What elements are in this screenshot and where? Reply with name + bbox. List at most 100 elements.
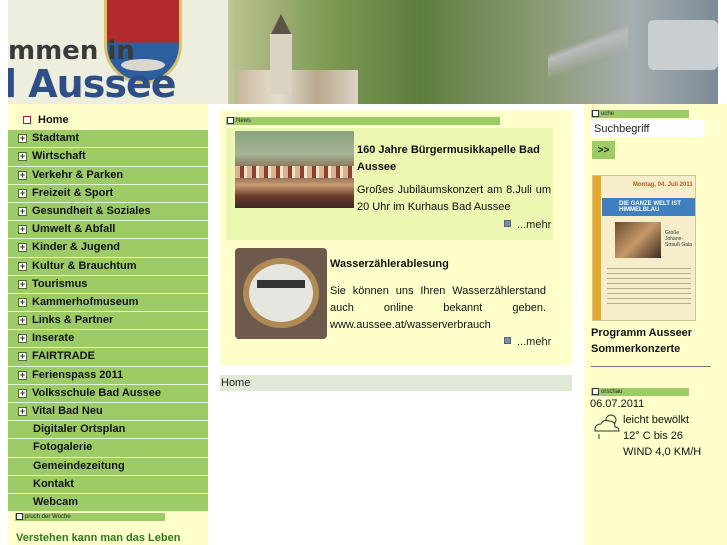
nav-item-kinder-jugend[interactable]: + Kinder & Jugend [8, 239, 208, 258]
nav-item-label: Verkehr & Parken [32, 168, 124, 181]
nav-item-volksschule-bad-aussee[interactable]: + Volksschule Bad Aussee [8, 384, 208, 403]
weather-wind: WIND 4,0 KM/H [623, 446, 702, 458]
church-tower-icon [270, 14, 292, 36]
cloud-sun-icon [594, 414, 620, 439]
quote-of-week: Verstehen kann man das Leben [16, 532, 181, 544]
news-text: Großes Jubiläumskonzert am 8.Juli um 20 … [357, 184, 551, 213]
program-link[interactable]: Programm Ausseer Sommerkonzerte [591, 325, 721, 357]
weather-condition: leicht bewölkt [623, 414, 690, 426]
nav-item-webcam[interactable]: Webcam [8, 493, 208, 513]
expand-plus-icon[interactable]: + [18, 316, 27, 326]
water-meter-photo[interactable] [235, 248, 327, 339]
expand-plus-icon[interactable]: + [18, 407, 27, 416]
expand-plus-icon[interactable]: + [18, 152, 27, 162]
expand-plus-icon[interactable]: + [18, 225, 27, 235]
more-link[interactable]: ...mehr [504, 219, 551, 231]
town-name-line2: l Aussee [8, 62, 176, 104]
concert-poster[interactable]: Montag, 04. Juli 2011 DIE GANZE WELT IST… [592, 175, 696, 321]
right-sidebar: uche >> Montag, 04. Juli 2011 DIE GANZE … [584, 104, 727, 545]
nav-item-label: Volksschule Bad Aussee [32, 386, 161, 399]
nav-item-label: Kontakt [33, 477, 74, 490]
nav-item-label: Wirtschaft [32, 150, 86, 163]
arrow-icon [504, 220, 511, 227]
nav-item-label: Kinder & Jugend [32, 241, 121, 254]
main-navigation: Home + Stadtamt + Wirtschaft + Verkehr & Parke… [8, 112, 208, 513]
header-banner: mmen in l Aussee [8, 0, 718, 104]
search-input[interactable] [591, 120, 705, 137]
breadcrumb[interactable]: Home [220, 375, 572, 391]
nav-item-gesundheit-soziales[interactable]: + Gesundheit & Soziales [8, 202, 208, 222]
nav-item-home[interactable]: Home [8, 112, 208, 131]
expand-plus-icon[interactable]: + [18, 188, 27, 198]
nav-item-gemeindezeitung[interactable]: Gemeindezeitung [8, 457, 208, 476]
nav-item-fairtrade[interactable]: + FAIRTRADE [8, 348, 208, 367]
nav-item-umwelt-abfall[interactable]: + Umwelt & Abfall [8, 221, 208, 240]
nav-item-label: Vital Bad Neu [32, 405, 103, 417]
weather-date: 06.07.2011 [590, 398, 645, 410]
expand-plus-icon[interactable]: + [18, 170, 27, 180]
nav-item-kammerhofmuseum[interactable]: + Kammerhofmuseum [8, 293, 208, 313]
expand-plus-icon[interactable]: + [18, 261, 27, 271]
expand-plus-icon[interactable]: + [18, 388, 27, 398]
nav-item-freizeit-sport[interactable]: + Freizeit & Sport [8, 184, 208, 203]
news-text: Sie können uns Ihren Wasserzählerstand a… [330, 285, 546, 331]
nav-item-digitaler-ortsplan[interactable]: Digitaler Ortsplan [8, 421, 208, 440]
town-photo [238, 70, 358, 104]
nav-item-label: Umwelt & Abfall [32, 223, 116, 236]
band-photo[interactable] [235, 131, 354, 208]
box-icon [16, 513, 23, 520]
nav-item-label: Inserate [32, 332, 75, 345]
nav-item-label: Gesundheit & Soziales [32, 204, 151, 217]
nav-item-label: Kultur & Brauchtum [32, 259, 137, 272]
search-button[interactable]: >> [592, 141, 615, 159]
expand-plus-icon[interactable]: + [18, 352, 27, 362]
nav-item-ferienspass-2011[interactable]: + Ferienspass 2011 [8, 366, 208, 385]
expand-plus-icon[interactable]: + [18, 134, 27, 144]
expand-plus-icon[interactable]: + [18, 297, 27, 307]
nav-item-label: Ferienspass 2011 [32, 368, 124, 381]
more-link[interactable]: ...mehr [504, 336, 551, 348]
nav-item-label: Digitaler Ortsplan [33, 423, 126, 436]
expand-plus-icon[interactable]: + [18, 370, 27, 380]
nav-item-label: Kammerhofmuseum [32, 295, 139, 308]
nav-item-verkehr-parken[interactable]: + Verkehr & Parken [8, 166, 208, 185]
box-icon [592, 110, 599, 117]
nav-item-label: Tourismus [32, 277, 88, 290]
nav-item-label: Gemeindezeitung [33, 459, 125, 472]
news-title[interactable]: 160 Jahre Bürgermusikkapelle Bad Aussee [357, 142, 547, 176]
nav-item-label: Fotogalerie [33, 441, 93, 454]
box-icon [227, 117, 234, 124]
nav-item-fotogalerie[interactable]: Fotogalerie [8, 439, 208, 458]
home-square-icon [23, 116, 31, 124]
news-item: 160 Jahre Bürgermusikkapelle Bad Aussee … [226, 128, 553, 240]
nav-item-label: FAIRTRADE [32, 350, 95, 363]
nav-item-label: Webcam [33, 495, 79, 508]
expand-plus-icon[interactable]: + [18, 206, 27, 216]
nav-item-stadtamt[interactable]: + Stadtamt [8, 130, 208, 149]
left-sidebar: Home + Stadtamt + Wirtschaft + Verkehr & Parke… [8, 104, 208, 545]
search-header: uche [591, 110, 689, 118]
expand-plus-icon[interactable]: + [18, 334, 27, 344]
nav-item-label: Links & Partner [32, 314, 114, 327]
quote-box-header: pruch der Woche [15, 513, 165, 521]
nav-item-kultur-brauchtum[interactable]: + Kultur & Brauchtum [8, 257, 208, 276]
nav-item-vital-bad-neu[interactable]: + Vital Bad Neu [8, 403, 208, 422]
news-header: News [226, 117, 500, 125]
weather-header: orschau [591, 388, 689, 396]
news-title[interactable]: Wasserzählerablesung [330, 258, 449, 270]
expand-plus-icon[interactable]: + [18, 243, 27, 253]
weather-temperature: 12° C bis 26 [623, 430, 684, 442]
nav-item-tourismus[interactable]: + Tourismus [8, 275, 208, 294]
nav-item-links-partner[interactable]: + Links & Partner [8, 312, 208, 331]
nav-item-inserate[interactable]: + Inserate [8, 330, 208, 349]
news-panel: News 160 Jahre Bürgermusikkapelle Bad Au… [220, 110, 572, 365]
nav-item-kontakt[interactable]: Kontakt [8, 475, 208, 494]
nav-item-label: Stadtamt [32, 132, 80, 145]
divider [591, 366, 711, 367]
arrow-icon [504, 337, 511, 344]
nav-item-label: Home [38, 114, 69, 126]
nav-item-wirtschaft[interactable]: + Wirtschaft [8, 148, 208, 167]
box-icon [592, 388, 599, 395]
nav-item-label: Freizeit & Sport [32, 186, 114, 199]
expand-plus-icon[interactable]: + [18, 279, 27, 289]
